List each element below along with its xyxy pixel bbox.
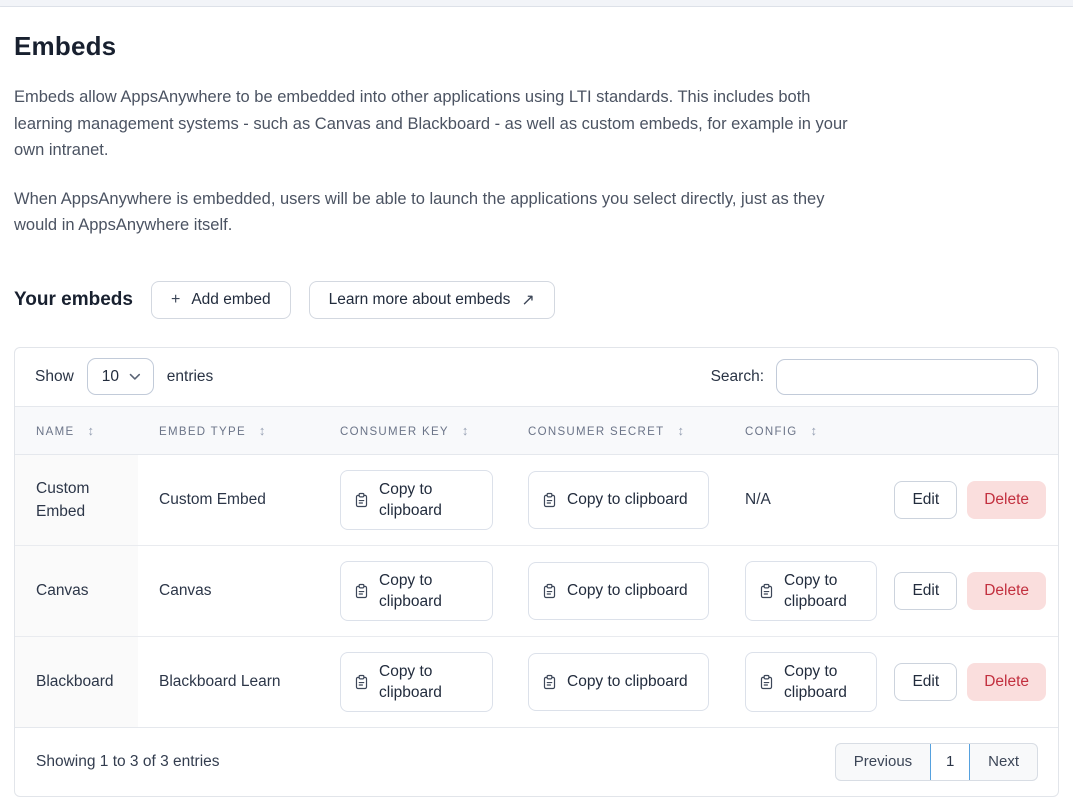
cell-consumer-key: Copy to clipboard — [319, 636, 507, 727]
cell-consumer-key: Copy to clipboard — [319, 545, 507, 636]
table-row: CanvasCanvas Copy to clipboard Copy to cli… — [15, 545, 1058, 636]
copy-label: Copy to clipboard — [784, 661, 866, 703]
copy-label: Copy to clipboard — [567, 489, 688, 510]
cell-embed-type: Canvas — [138, 545, 319, 636]
cell-consumer-key: Copy to clipboard — [319, 454, 507, 545]
cell-actions: Edit Delete — [867, 454, 1058, 545]
cell-name: Custom Embed — [15, 454, 138, 545]
column-header-consumer-key[interactable]: Consumer key↕ — [319, 406, 507, 454]
cell-actions: Edit Delete — [867, 636, 1058, 727]
cell-embed-type: Blackboard Learn — [138, 636, 319, 727]
page-size-control: Show 10 entries — [35, 358, 213, 395]
embeds-page: Embeds Embeds allow AppsAnywhere to be e… — [0, 7, 1073, 797]
clipboard-icon — [355, 492, 368, 508]
cell-config: Copy to clipboard — [724, 545, 867, 636]
cell-embed-type: Custom Embed — [138, 454, 319, 545]
copy-label: Copy to clipboard — [567, 580, 688, 601]
copy-to-clipboard-button[interactable]: Copy to clipboard — [745, 652, 877, 712]
cell-actions: Edit Delete — [867, 545, 1058, 636]
copy-label: Copy to clipboard — [379, 661, 482, 703]
edit-button[interactable]: Edit — [894, 663, 957, 701]
page-size-value: 10 — [102, 368, 119, 386]
table-body: Custom EmbedCustom Embed Copy to clipboar… — [15, 454, 1058, 727]
edit-button[interactable]: Edit — [894, 572, 957, 610]
column-header-actions — [867, 406, 1058, 454]
clipboard-icon — [543, 674, 556, 690]
delete-button[interactable]: Delete — [967, 481, 1046, 519]
plus-icon: + — [171, 291, 180, 309]
clipboard-icon — [760, 674, 773, 690]
copy-to-clipboard-button[interactable]: Copy to clipboard — [340, 561, 493, 621]
your-embeds-toolbar: Your embeds + Add embed Learn more about… — [14, 281, 1059, 319]
clipboard-icon — [355, 583, 368, 599]
copy-label: Copy to clipboard — [784, 570, 866, 612]
learn-more-button[interactable]: Learn more about embeds ↗ — [309, 281, 555, 319]
copy-to-clipboard-button[interactable]: Copy to clipboard — [528, 471, 709, 529]
page-size-select[interactable]: 10 — [87, 358, 154, 395]
search-label: Search: — [711, 368, 764, 386]
edit-button[interactable]: Edit — [894, 481, 957, 519]
copy-to-clipboard-button[interactable]: Copy to clipboard — [528, 562, 709, 620]
copy-to-clipboard-button[interactable]: Copy to clipboard — [340, 652, 493, 712]
table-footer: Showing 1 to 3 of 3 entries Previous 1 N… — [15, 727, 1058, 796]
add-embed-label: Add embed — [191, 291, 270, 309]
entries-label: entries — [167, 368, 214, 386]
table-controls: Show 10 entries Search: — [15, 348, 1058, 406]
show-label: Show — [35, 368, 74, 386]
column-header-name[interactable]: Name↕ — [15, 406, 138, 454]
cell-consumer-secret: Copy to clipboard — [507, 636, 724, 727]
sort-icon: ↕ — [87, 423, 94, 438]
cell-name: Blackboard — [15, 636, 138, 727]
learn-more-label: Learn more about embeds — [329, 291, 511, 309]
pagination: Previous 1 Next — [835, 743, 1038, 781]
clipboard-icon — [760, 583, 773, 599]
cell-config: N/A — [724, 454, 867, 545]
external-link-icon: ↗ — [521, 290, 534, 310]
clipboard-icon — [543, 583, 556, 599]
cell-consumer-secret: Copy to clipboard — [507, 454, 724, 545]
copy-to-clipboard-button[interactable]: Copy to clipboard — [745, 561, 877, 621]
column-header-config[interactable]: Config↕ — [724, 406, 867, 454]
cell-name: Canvas — [15, 545, 138, 636]
chevron-down-icon — [129, 373, 141, 381]
intro-paragraph-2: When AppsAnywhere is embedded, users wil… — [14, 186, 862, 239]
sort-icon: ↕ — [259, 423, 266, 438]
column-header-embed-type[interactable]: Embed type↕ — [138, 406, 319, 454]
embeds-table-card: Show 10 entries Search: Name↕ Embed ty — [14, 347, 1059, 797]
delete-button[interactable]: Delete — [967, 663, 1046, 701]
page-title: Embeds — [14, 31, 1059, 62]
top-navbar-edge — [0, 0, 1073, 7]
add-embed-button[interactable]: + Add embed — [151, 281, 291, 319]
copy-label: Copy to clipboard — [379, 479, 482, 521]
embeds-table: Name↕ Embed type↕ Consumer key↕ Consumer… — [15, 406, 1058, 727]
copy-label: Copy to clipboard — [567, 671, 688, 692]
entries-summary: Showing 1 to 3 of 3 entries — [36, 753, 220, 771]
section-title: Your embeds — [14, 289, 133, 311]
sort-icon: ↕ — [811, 423, 818, 438]
table-header-row: Name↕ Embed type↕ Consumer key↕ Consumer… — [15, 406, 1058, 454]
intro-paragraph-1: Embeds allow AppsAnywhere to be embedded… — [14, 84, 862, 164]
column-header-consumer-secret[interactable]: Consumer secret↕ — [507, 406, 724, 454]
sort-icon: ↕ — [677, 423, 684, 438]
copy-to-clipboard-button[interactable]: Copy to clipboard — [528, 653, 709, 711]
table-row: Custom EmbedCustom Embed Copy to clipboar… — [15, 454, 1058, 545]
search-control: Search: — [711, 359, 1038, 395]
clipboard-icon — [543, 492, 556, 508]
delete-button[interactable]: Delete — [967, 572, 1046, 610]
clipboard-icon — [355, 674, 368, 690]
next-page-button[interactable]: Next — [970, 744, 1037, 780]
page-number-1[interactable]: 1 — [930, 743, 970, 781]
copy-to-clipboard-button[interactable]: Copy to clipboard — [340, 470, 493, 530]
cell-consumer-secret: Copy to clipboard — [507, 545, 724, 636]
copy-label: Copy to clipboard — [379, 570, 482, 612]
table-row: BlackboardBlackboard Learn Copy to clipbo… — [15, 636, 1058, 727]
sort-icon: ↕ — [462, 423, 469, 438]
search-input[interactable] — [776, 359, 1038, 395]
previous-page-button[interactable]: Previous — [836, 744, 930, 780]
cell-config: Copy to clipboard — [724, 636, 867, 727]
